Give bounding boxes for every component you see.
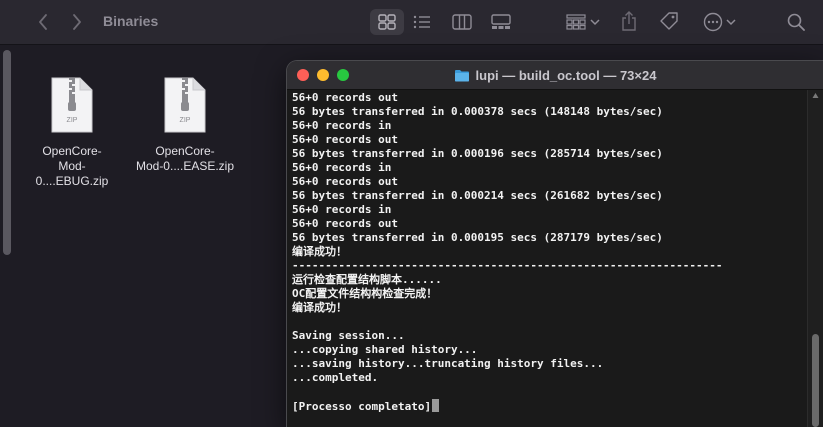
terminal-line: 编译成功！ (292, 245, 347, 258)
terminal-line: 运行检查配置结构脚本...... (292, 273, 442, 286)
zip-badge: ZIP (179, 117, 191, 124)
terminal-line: 56+0 records out (292, 175, 398, 188)
terminal-line: Saving session... (292, 329, 405, 342)
terminal-line: 56+0 records out (292, 133, 398, 146)
grid-icon (378, 14, 396, 30)
terminal-title: lupi — build_oc.tool — 73×24 (287, 61, 823, 89)
file-name: OpenCore- Mod-0....EASE.zip (135, 144, 235, 173)
terminal-line: 56+0 records in (292, 119, 392, 132)
icon-view-button[interactable] (370, 9, 404, 35)
terminal-output[interactable]: 56+0 records out 56 bytes transferred in… (292, 91, 802, 427)
terminal-line: ----------------------------------------… (292, 259, 723, 272)
terminal-window[interactable]: lupi — build_oc.tool — 73×24 56+0 record… (287, 61, 823, 427)
terminal-scroll-thumb[interactable] (812, 334, 819, 427)
terminal-line: 56+0 records in (292, 203, 392, 216)
terminal-line: ...saving history...truncating history f… (292, 357, 604, 370)
share-icon (622, 11, 636, 31)
chevron-down-icon (590, 19, 600, 26)
terminal-line: 56 bytes transferred in 0.000214 secs (2… (292, 189, 663, 202)
terminal-line: 56+0 records out (292, 91, 398, 104)
file-name: OpenCore- Mod-0....EBUG.zip (35, 144, 109, 188)
terminal-titlebar[interactable]: lupi — build_oc.tool — 73×24 (287, 61, 823, 90)
file-item[interactable]: ZIP OpenCore- Mod-0....EASE.zip (135, 72, 235, 174)
folder-icon (454, 69, 469, 81)
file-item[interactable]: ZIP OpenCore- Mod-0....EBUG.zip (22, 72, 122, 189)
terminal-line: 56 bytes transferred in 0.000195 secs (2… (292, 231, 663, 244)
chevron-right-icon (73, 14, 81, 30)
forward-button[interactable] (68, 12, 86, 32)
tag-icon (660, 12, 678, 30)
zip-file-icon: ZIP (50, 76, 94, 134)
column-view-button[interactable] (450, 9, 474, 35)
terminal-line: ...copying shared history... (292, 343, 478, 356)
terminal-line: 56+0 records out (292, 217, 398, 230)
back-button[interactable] (34, 12, 52, 32)
terminal-line: ...completed. (292, 371, 379, 384)
terminal-prompt-line: [Processo completato] (292, 399, 802, 413)
gallery-icon (491, 14, 511, 29)
share-button[interactable] (620, 8, 638, 34)
terminal-line: OC配置文件结构构检查完成！ (292, 287, 438, 300)
terminal-line: 56 bytes transferred in 0.000378 secs (1… (292, 105, 663, 118)
group-by-button[interactable] (563, 9, 603, 35)
list-view-button[interactable] (410, 9, 434, 35)
gallery-view-button[interactable] (489, 9, 513, 35)
terminal-line: 编译成功！ (292, 301, 347, 314)
finder-scrollbar[interactable] (3, 50, 11, 255)
columns-icon (452, 14, 472, 30)
finder-toolbar: Binaries (0, 0, 823, 45)
terminal-line: 56 bytes transferred in 0.000196 secs (2… (292, 147, 663, 160)
zip-file-icon: ZIP (163, 76, 207, 134)
ellipsis-circle-icon (703, 12, 722, 32)
zip-badge: ZIP (66, 117, 78, 124)
more-actions-button[interactable] (701, 9, 737, 35)
search-icon (787, 13, 805, 31)
tag-button[interactable] (658, 8, 680, 34)
terminal-line: 56+0 records in (292, 161, 392, 174)
list-icon (413, 15, 430, 29)
group-grid-icon (566, 14, 586, 30)
search-button[interactable] (785, 9, 807, 35)
chevron-left-icon (39, 14, 47, 30)
chevron-down-icon (725, 19, 736, 26)
text-cursor (432, 399, 440, 412)
window-title: Binaries (103, 13, 159, 29)
scroll-up-arrow-icon[interactable] (812, 92, 819, 99)
